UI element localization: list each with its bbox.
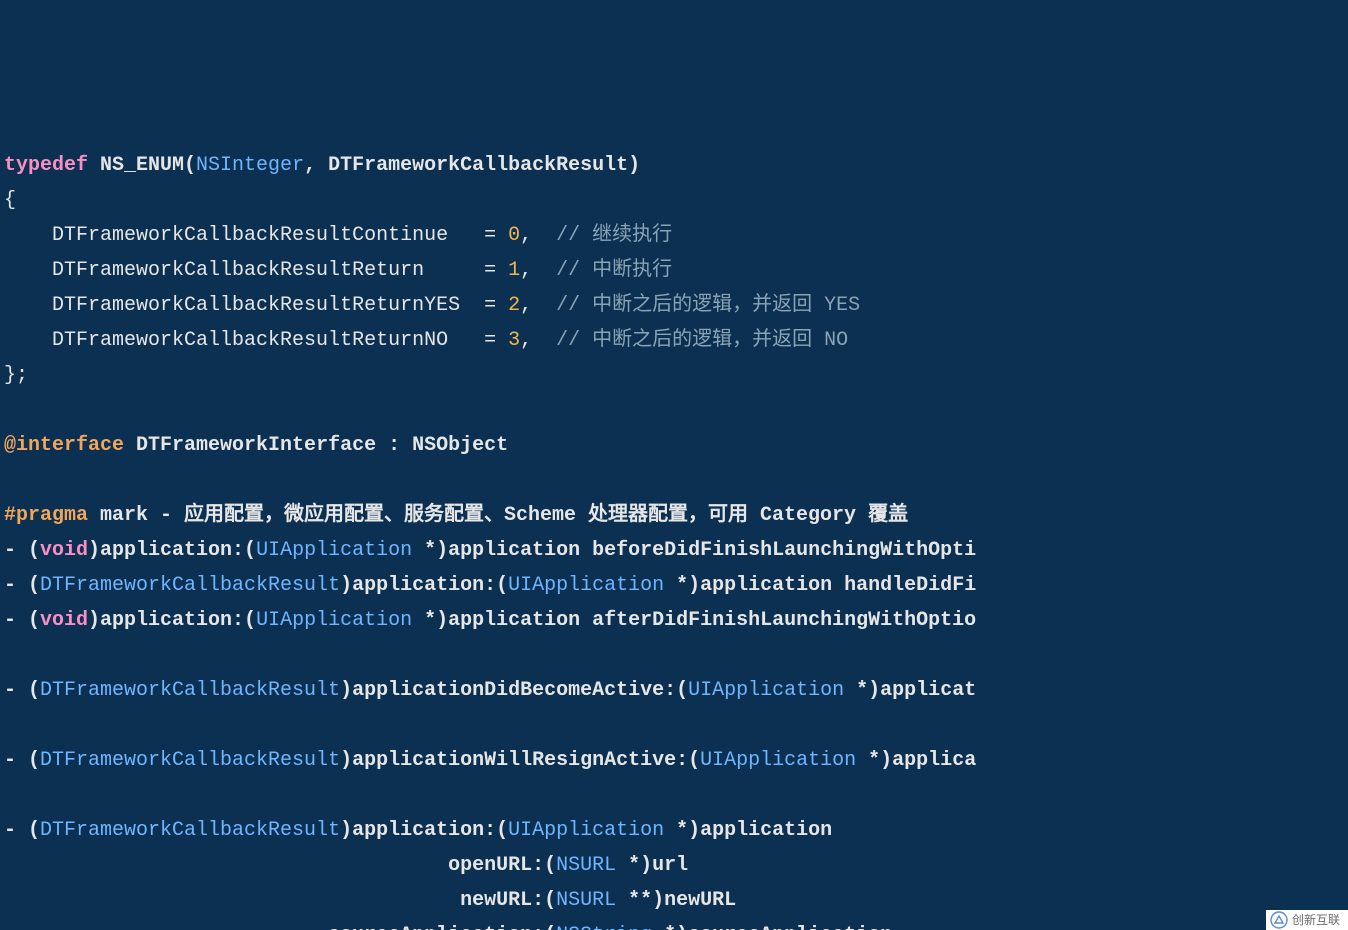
enum-item-name: DTFrameworkCallbackResultReturn	[52, 259, 424, 282]
text: , DTFrameworkCallbackResult)	[304, 154, 640, 177]
method-decl: - (	[4, 819, 40, 842]
keyword-typedef: typedef	[4, 154, 88, 177]
comment: //	[556, 259, 592, 282]
comment: //	[556, 224, 592, 247]
method-decl-cont: openURL:(	[4, 854, 556, 877]
enum-value: 0	[508, 224, 520, 247]
interface-decl: DTFrameworkInterface : NSObject	[124, 434, 508, 457]
method-decl: - (	[4, 749, 40, 772]
text: NS_ENUM(	[88, 154, 196, 177]
enum-item-name: DTFrameworkCallbackResultContinue	[52, 224, 448, 247]
method-decl: - (	[4, 609, 40, 632]
type-nsinteger: NSInteger	[196, 154, 304, 177]
enum-value: 2	[508, 294, 520, 317]
enum-item-name: DTFrameworkCallbackResultReturnNO	[52, 329, 448, 352]
pragma-mark: mark -	[88, 504, 184, 527]
watermark-text: 创新互联	[1292, 914, 1340, 926]
method-decl-cont: newURL:(	[4, 889, 556, 912]
brace-close: };	[4, 364, 28, 387]
method-decl: - (	[4, 539, 40, 562]
watermark: 创新互联	[1266, 910, 1348, 930]
keyword-interface: @interface	[4, 434, 124, 457]
pragma-text: 应用配置，微应用配置、服务配置、Scheme 处理器配置，可用 Category…	[184, 504, 908, 527]
enum-value: 1	[508, 259, 520, 282]
method-decl: - (	[4, 574, 40, 597]
code-block: typedef NS_ENUM(NSInteger, DTFrameworkCa…	[4, 148, 1344, 930]
keyword-pragma: #pragma	[4, 504, 88, 527]
method-decl-cont: sourceApplication:(	[4, 924, 556, 930]
enum-value: 3	[508, 329, 520, 352]
method-decl: - (	[4, 679, 40, 702]
brace-open: {	[4, 189, 16, 212]
comment: //	[556, 294, 592, 317]
watermark-logo-icon	[1270, 911, 1288, 929]
comment: //	[556, 329, 592, 352]
enum-item-name: DTFrameworkCallbackResultReturnYES	[52, 294, 460, 317]
